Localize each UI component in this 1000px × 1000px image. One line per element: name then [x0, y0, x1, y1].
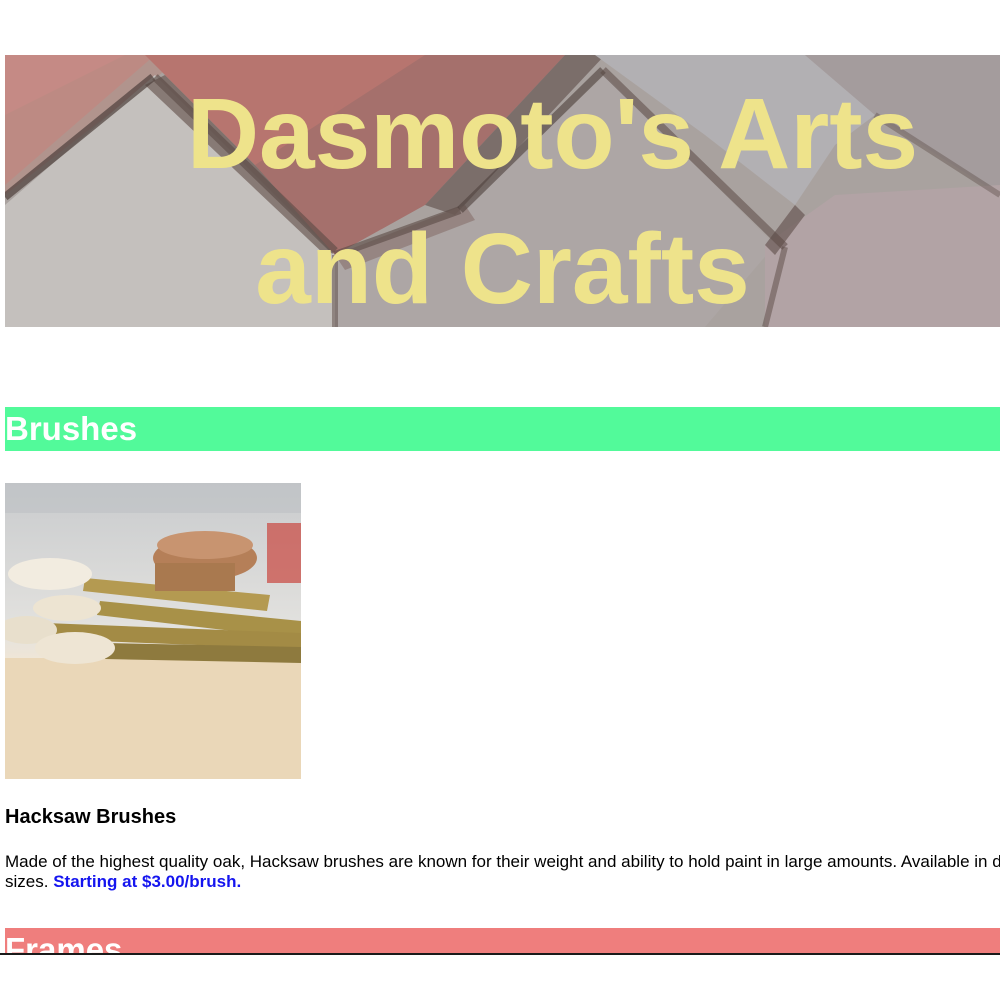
header-banner: Dasmoto's Arts and Crafts [5, 55, 1000, 327]
banner-title-line2: and Crafts [255, 213, 750, 325]
banner-title-line1: Dasmoto's Arts [186, 78, 919, 190]
banner-title: Dasmoto's Arts and Crafts [5, 67, 1000, 327]
page-viewport: Dasmoto's Arts and Crafts Brushes Hacksa… [0, 0, 1000, 955]
frames-heading: Frames [5, 928, 1000, 953]
product-price: Starting at $3.00/brush. [53, 872, 242, 891]
product-name: Hacksaw Brushes [5, 806, 177, 828]
hacksaw-brushes-image [5, 483, 301, 779]
brushes-heading: Brushes [5, 407, 1000, 451]
product-description: Made of the highest quality oak, Hacksaw… [5, 852, 1000, 892]
